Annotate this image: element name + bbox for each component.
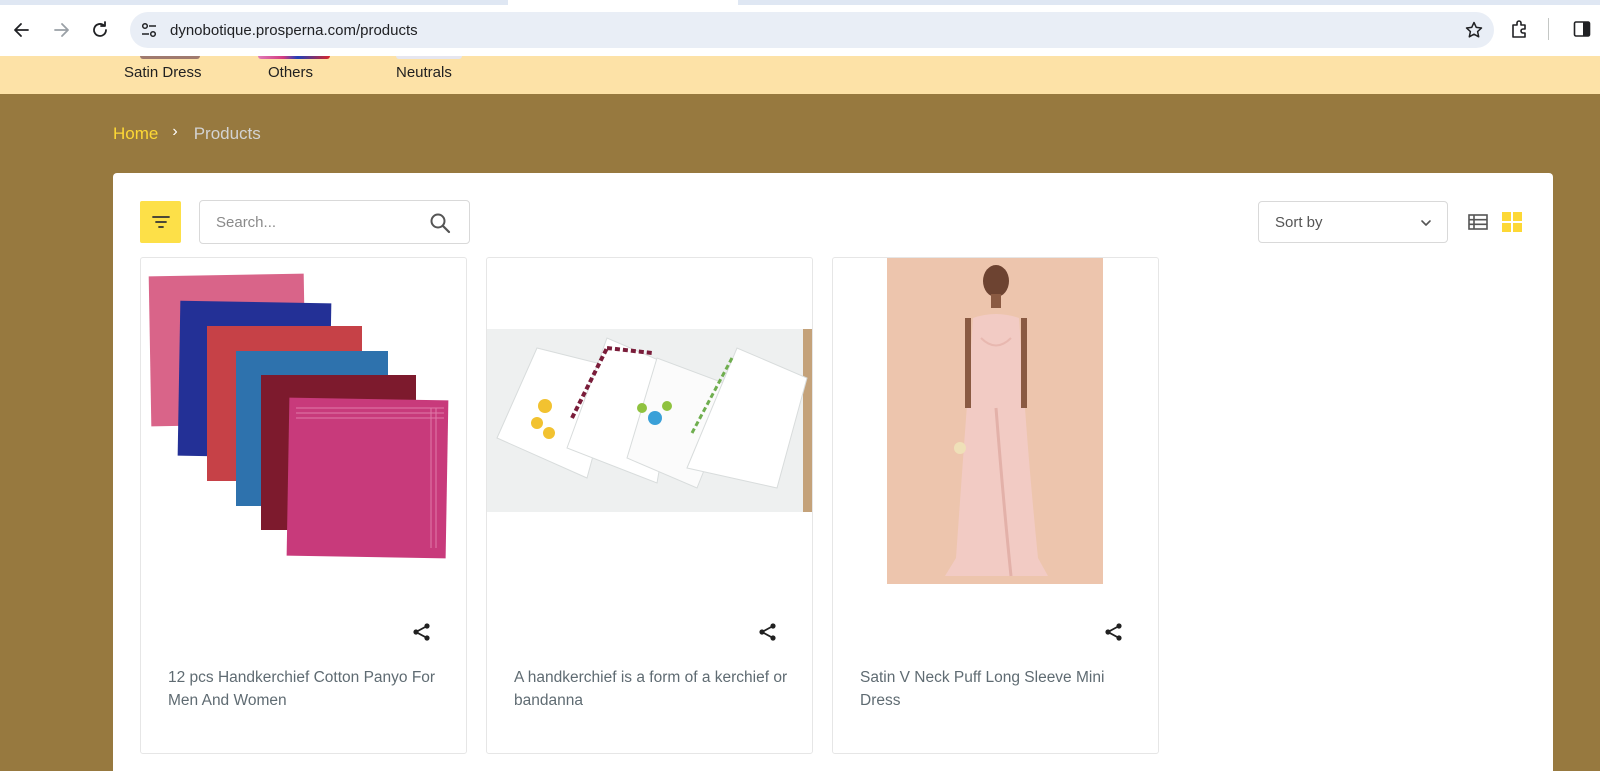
forward-button[interactable] — [46, 15, 76, 45]
product-title[interactable]: 12 pcs Handkerchief Cotton Panyo For Men… — [168, 666, 448, 712]
filter-button[interactable] — [140, 201, 181, 243]
list-view-icon[interactable] — [1467, 211, 1489, 233]
satin-dress-image — [887, 258, 1103, 584]
category-label: Neutrals — [396, 64, 452, 81]
chevron-down-icon — [1421, 220, 1431, 226]
url-text[interactable]: dynobotique.prosperna.com/products — [170, 22, 418, 39]
breadcrumb-home-link[interactable]: Home — [113, 124, 158, 144]
share-icon[interactable] — [1103, 621, 1125, 643]
breadcrumb: Home › Products — [113, 123, 261, 144]
chevron-right-icon: › — [172, 123, 178, 140]
share-icon[interactable] — [757, 621, 779, 643]
tab-strip — [0, 0, 1600, 5]
category-thumbnail — [258, 56, 330, 59]
product-title[interactable]: A handkerchief is a form of a kerchief o… — [514, 666, 794, 712]
browser-chrome: dynobotique.prosperna.com/products — [0, 0, 1600, 56]
filter-icon — [151, 216, 170, 228]
back-button[interactable] — [7, 15, 37, 45]
handkerchiefs-image — [148, 273, 449, 559]
search-icon[interactable] — [429, 212, 451, 234]
extensions-icon[interactable] — [1509, 18, 1531, 40]
product-image[interactable] — [141, 258, 466, 588]
address-bar[interactable]: dynobotique.prosperna.com/products — [130, 12, 1494, 48]
embroidered-handkerchiefs-image — [487, 329, 812, 512]
search-input[interactable] — [201, 202, 421, 242]
product-card[interactable]: 12 pcs Handkerchief Cotton Panyo For Men… — [140, 257, 467, 754]
category-bar: Satin Dress Others Neutrals — [0, 56, 1600, 94]
site-settings-icon[interactable] — [140, 21, 158, 39]
breadcrumb-current: Products — [193, 124, 261, 143]
products-panel: Sort by 12 pcs Handkerchief Cotton Panyo… — [113, 173, 1553, 771]
product-card[interactable]: Satin V Neck Puff Long Sleeve Mini Dress — [832, 257, 1159, 754]
sort-label: Sort by — [1275, 214, 1323, 231]
arrow-left-icon — [14, 23, 29, 37]
reload-button[interactable] — [85, 15, 115, 45]
side-panel-icon[interactable] — [1572, 19, 1592, 39]
category-thumbnail — [140, 56, 200, 59]
category-thumbnail — [396, 56, 462, 59]
toolbar-divider — [1548, 18, 1549, 40]
reload-icon — [93, 21, 107, 37]
search-box[interactable] — [199, 200, 470, 244]
product-card[interactable]: A handkerchief is a form of a kerchief o… — [486, 257, 813, 754]
product-title[interactable]: Satin V Neck Puff Long Sleeve Mini Dress — [860, 666, 1140, 712]
category-label: Satin Dress — [124, 64, 202, 81]
product-image[interactable] — [833, 258, 1158, 588]
share-icon[interactable] — [411, 621, 433, 643]
category-label: Others — [268, 64, 314, 81]
product-image[interactable] — [487, 258, 812, 588]
arrow-right-icon — [54, 23, 69, 37]
bookmark-star-icon[interactable] — [1464, 20, 1484, 40]
sort-dropdown[interactable]: Sort by — [1258, 201, 1448, 243]
active-tab[interactable] — [508, 0, 738, 5]
grid-view-icon[interactable] — [1501, 211, 1523, 233]
